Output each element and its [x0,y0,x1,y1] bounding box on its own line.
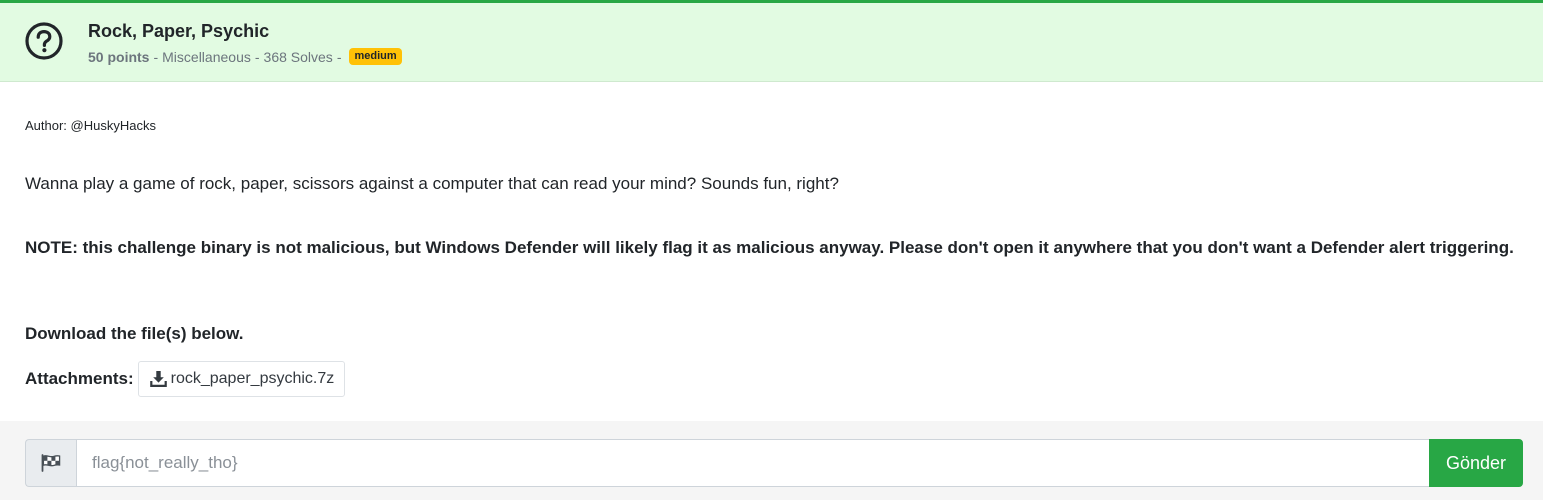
challenge-solves: 368 Solves [263,48,333,65]
question-circle-icon [24,21,64,61]
challenge-card: Rock, Paper, Psychic 50 points - Miscell… [0,0,1543,500]
flag-input-group: Gönder [25,439,1523,487]
meta-separator: - [254,48,260,65]
download-icon [149,371,167,387]
challenge-points: 50 points [88,48,150,65]
author-text: Author: @HuskyHacks [25,118,156,133]
flag-submission-area: Gönder [0,421,1543,500]
flag-addon [25,439,76,487]
attachment-download-button[interactable]: rock_paper_psychic.7z [137,361,346,397]
challenge-meta: 50 points - Miscellaneous - 368 Solves -… [88,48,402,65]
download-instructions: Download the file(s) below. [25,324,244,343]
attachments-label: Attachments: [25,369,134,388]
challenge-body: Author: @HuskyHacks Wanna play a game of… [0,82,1543,421]
meta-separator: - [336,48,342,65]
challenge-title: Rock, Paper, Psychic [88,21,270,41]
challenge-category: Miscellaneous [162,48,251,65]
flag-checkered-icon [41,454,61,472]
challenge-description: Wanna play a game of rock, paper, scisso… [25,174,839,193]
flag-input[interactable] [76,439,1429,487]
challenge-note: NOTE: this challenge binary is not malic… [25,238,1514,257]
challenge-header: Rock, Paper, Psychic 50 points - Miscell… [0,3,1543,82]
attachment-filename: rock_paper_psychic.7z [170,370,335,387]
difficulty-badge: medium [349,48,402,65]
meta-separator: - [153,48,159,65]
attachments-row: Attachments: rock_paper_psychic.7z [25,361,346,397]
submit-button[interactable]: Gönder [1429,439,1523,487]
